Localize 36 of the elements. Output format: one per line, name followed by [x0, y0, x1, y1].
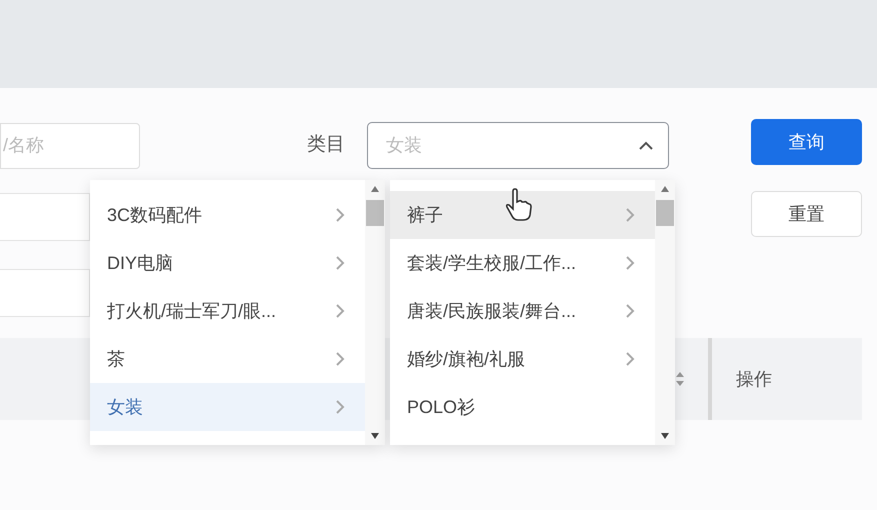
scroll-thumb[interactable] — [366, 200, 384, 226]
scroll-down-icon[interactable] — [661, 433, 669, 439]
chevron-right-icon — [335, 255, 345, 271]
chevron-right-icon — [335, 351, 345, 367]
menu-item[interactable]: 3C数码配件 — [90, 191, 365, 239]
scroll-thumb[interactable] — [656, 200, 674, 226]
field-label: 类目 — [307, 133, 345, 158]
scroll-down-icon[interactable] — [371, 433, 379, 439]
chevron-right-icon — [625, 351, 635, 367]
menu-item[interactable]: 打火机/瑞士军刀/眼... — [90, 287, 365, 335]
scroll-up-icon[interactable] — [371, 186, 379, 192]
menu-item[interactable]: 婚纱/旗袍/礼服 — [390, 335, 655, 383]
menu-item[interactable]: 女装 — [90, 383, 365, 431]
scroll-up-icon[interactable] — [661, 186, 669, 192]
menu-item[interactable]: 套装/学生校服/工作... — [390, 239, 655, 287]
chevron-right-icon — [625, 255, 635, 271]
scrollbar[interactable] — [365, 180, 385, 445]
input-field[interactable] — [0, 269, 90, 317]
hand-cursor-icon — [505, 188, 533, 222]
input-field[interactable] — [0, 193, 90, 241]
menu-item[interactable]: DIY电脑 — [90, 239, 365, 287]
chevron-right-icon — [335, 207, 345, 223]
chevron-right-icon — [625, 303, 635, 319]
menu-item[interactable]: 唐装/民族服装/舞台... — [390, 287, 655, 335]
menu-item[interactable]: 茶 — [90, 335, 365, 383]
search-button[interactable]: 查询 — [751, 119, 862, 165]
menu-item[interactable]: POLO衫 — [390, 383, 655, 431]
chevron-right-icon — [335, 303, 345, 319]
scrollbar[interactable] — [655, 180, 675, 445]
chevron-right-icon — [335, 399, 345, 415]
reset-button[interactable]: 重置 — [751, 191, 862, 237]
column-header: 操作 — [736, 368, 772, 390]
chevron-right-icon — [625, 207, 635, 223]
menu-item[interactable]: 裤子 — [390, 191, 655, 239]
caret-icon — [638, 140, 654, 150]
search-field[interactable]: /名称 — [0, 122, 140, 168]
